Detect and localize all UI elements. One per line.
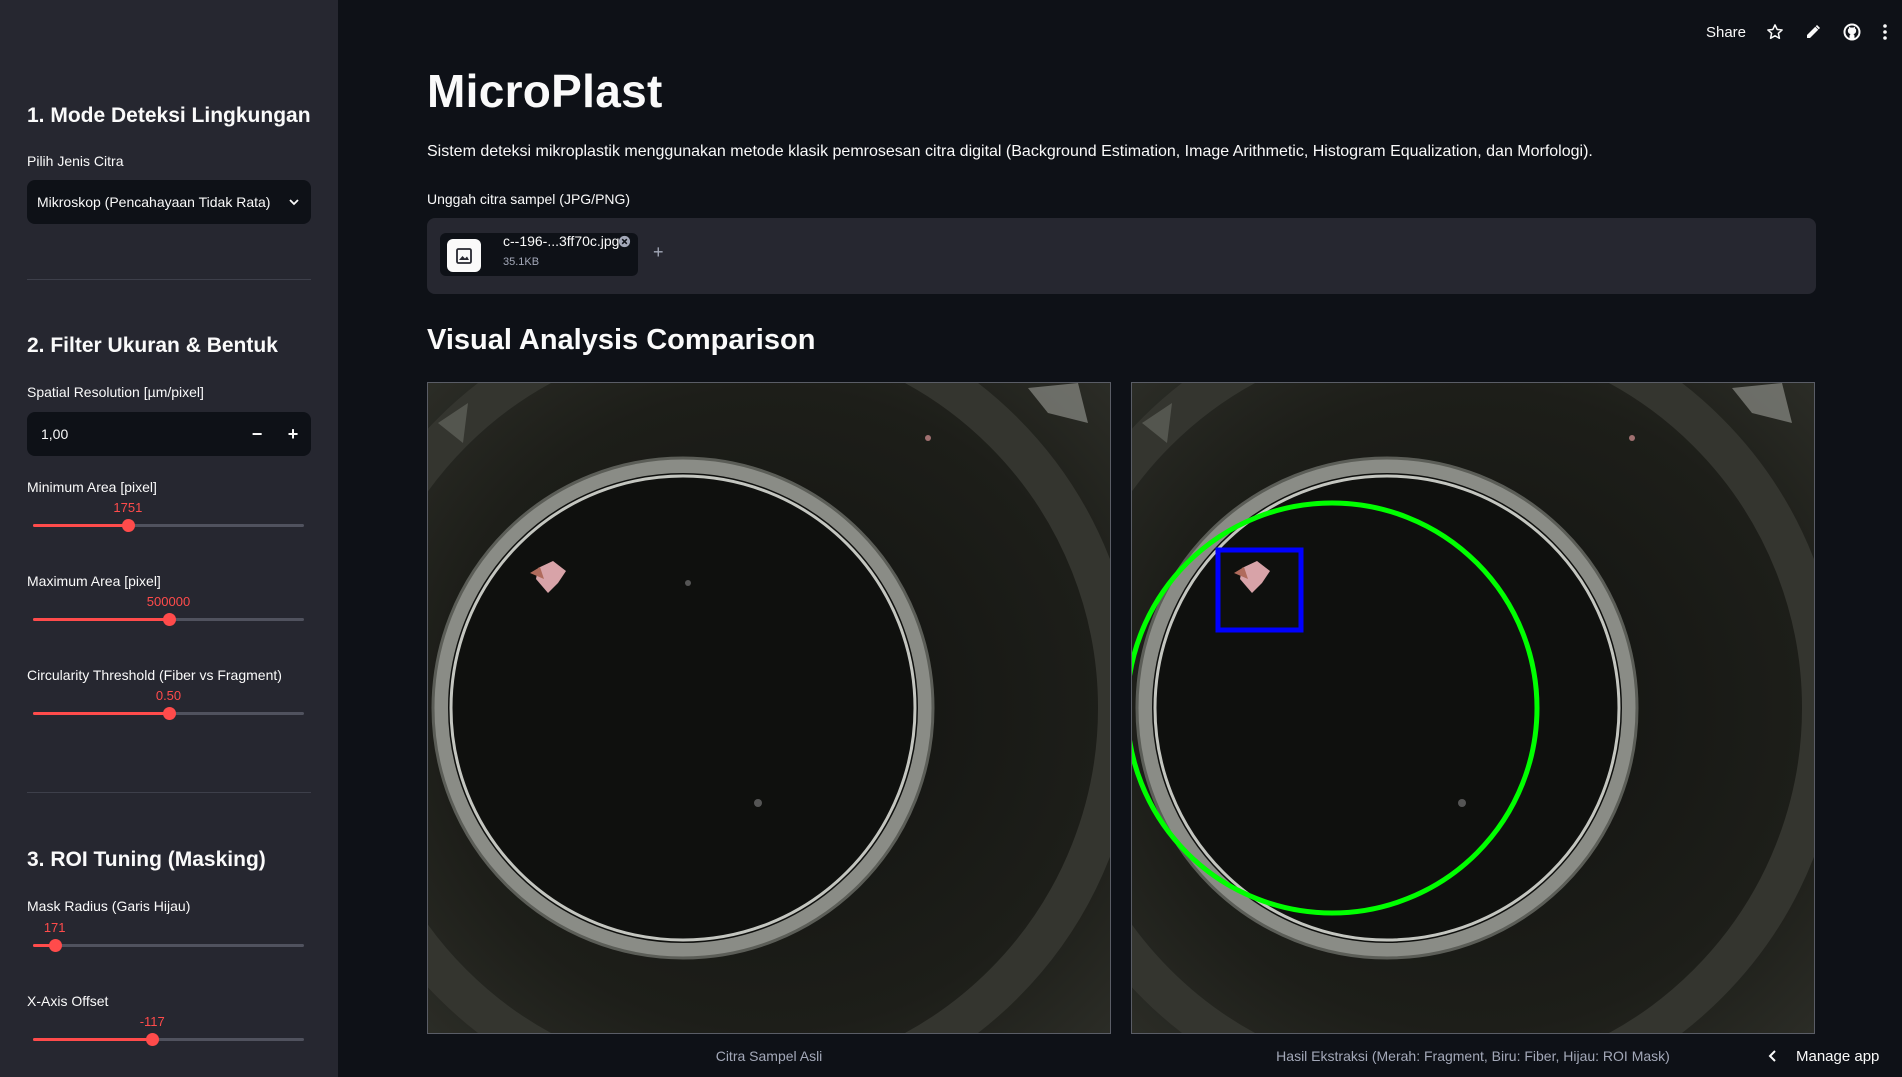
- resolution-label: Spatial Resolution [µm/pixel]: [27, 384, 204, 400]
- slider-value: 500000: [146, 594, 191, 609]
- circularity-label: Circularity Threshold (Fiber vs Fragment…: [27, 667, 282, 683]
- max-area-label: Maximum Area [pixel]: [27, 573, 161, 589]
- min-area-slider[interactable]: 1751: [33, 494, 304, 534]
- chevron-down-icon: [289, 199, 299, 206]
- github-icon[interactable]: [1842, 22, 1862, 42]
- uploaded-file-chip: c--196-...3ff70c.jpg 35.1KB: [440, 233, 638, 276]
- original-image-caption: Citra Sampel Asli: [715, 1048, 823, 1064]
- decrement-button[interactable]: −: [239, 424, 275, 445]
- slider-fill: [33, 524, 128, 527]
- slider-fill: [33, 1038, 153, 1041]
- manage-app-label: Manage app: [1796, 1047, 1880, 1065]
- slider-fill: [33, 618, 169, 621]
- slider-track: [33, 944, 304, 947]
- more-vertical-icon[interactable]: [1882, 23, 1888, 41]
- x-offset-slider[interactable]: -117: [33, 1008, 304, 1048]
- remove-file-icon[interactable]: [618, 235, 631, 248]
- section-heading-size-filter: 2. Filter Ukuran & Bentuk: [27, 334, 278, 357]
- mask-radius-label: Mask Radius (Garis Hijau): [27, 898, 191, 914]
- edit-pencil-icon[interactable]: [1804, 23, 1822, 41]
- sidebar: 1. Mode Deteksi Lingkungan Pilih Jenis C…: [0, 0, 338, 1077]
- resolution-number-input[interactable]: 1,00 − +: [27, 412, 311, 456]
- manage-app-button[interactable]: Manage app: [1754, 1035, 1902, 1077]
- app-toolbar: Share: [1706, 22, 1888, 42]
- slider-value: 0.50: [155, 688, 182, 703]
- share-button[interactable]: Share: [1706, 24, 1746, 41]
- slider-thumb[interactable]: [162, 707, 176, 720]
- circularity-slider[interactable]: 0.50: [33, 682, 304, 722]
- image-type-value: Mikroskop (Pencahayaan Tidak Rata): [37, 194, 271, 210]
- page-title: MicroPlast: [427, 65, 663, 117]
- slider-thumb[interactable]: [146, 1033, 160, 1046]
- sidebar-divider: [27, 792, 311, 793]
- extraction-result-image: [1131, 382, 1815, 1034]
- file-size: 35.1KB: [503, 256, 540, 268]
- min-area-label: Minimum Area [pixel]: [27, 479, 157, 495]
- mask-radius-slider[interactable]: 171: [33, 914, 304, 954]
- slider-thumb[interactable]: [162, 613, 176, 626]
- uploader-label: Unggah citra sampel (JPG/PNG): [427, 191, 631, 207]
- chevron-left-icon: [1768, 1050, 1776, 1062]
- section-subheader: Visual Analysis Comparison: [427, 324, 816, 356]
- slider-fill: [33, 712, 169, 715]
- image-type-label: Pilih Jenis Citra: [27, 153, 124, 169]
- file-name: c--196-...3ff70c.jpg: [503, 233, 620, 249]
- resolution-value[interactable]: 1,00: [27, 426, 239, 442]
- x-offset-label: X-Axis Offset: [27, 993, 109, 1009]
- slider-value: -117: [139, 1014, 165, 1029]
- max-area-slider[interactable]: 500000: [33, 588, 304, 628]
- add-file-button[interactable]: +: [653, 242, 664, 263]
- image-type-select[interactable]: Mikroskop (Pencahayaan Tidak Rata): [27, 180, 311, 224]
- extraction-result-caption: Hasil Ekstraksi (Merah: Fragment, Biru: …: [1276, 1048, 1670, 1064]
- section-heading-detection-mode: 1. Mode Deteksi Lingkungan: [27, 104, 311, 127]
- slider-thumb[interactable]: [48, 939, 62, 952]
- sidebar-divider: [27, 279, 311, 280]
- slider-value: 171: [43, 920, 66, 935]
- star-icon[interactable]: [1766, 23, 1784, 41]
- original-image: [427, 382, 1111, 1034]
- app-description: Sistem deteksi mikroplastik menggunakan …: [427, 143, 1593, 160]
- increment-button[interactable]: +: [275, 424, 311, 445]
- file-uploader[interactable]: c--196-...3ff70c.jpg 35.1KB +: [427, 218, 1816, 294]
- slider-value: 1751: [113, 500, 143, 515]
- slider-thumb[interactable]: [121, 519, 135, 532]
- image-file-icon: [447, 239, 481, 272]
- section-heading-roi-tuning: 3. ROI Tuning (Masking): [27, 848, 266, 871]
